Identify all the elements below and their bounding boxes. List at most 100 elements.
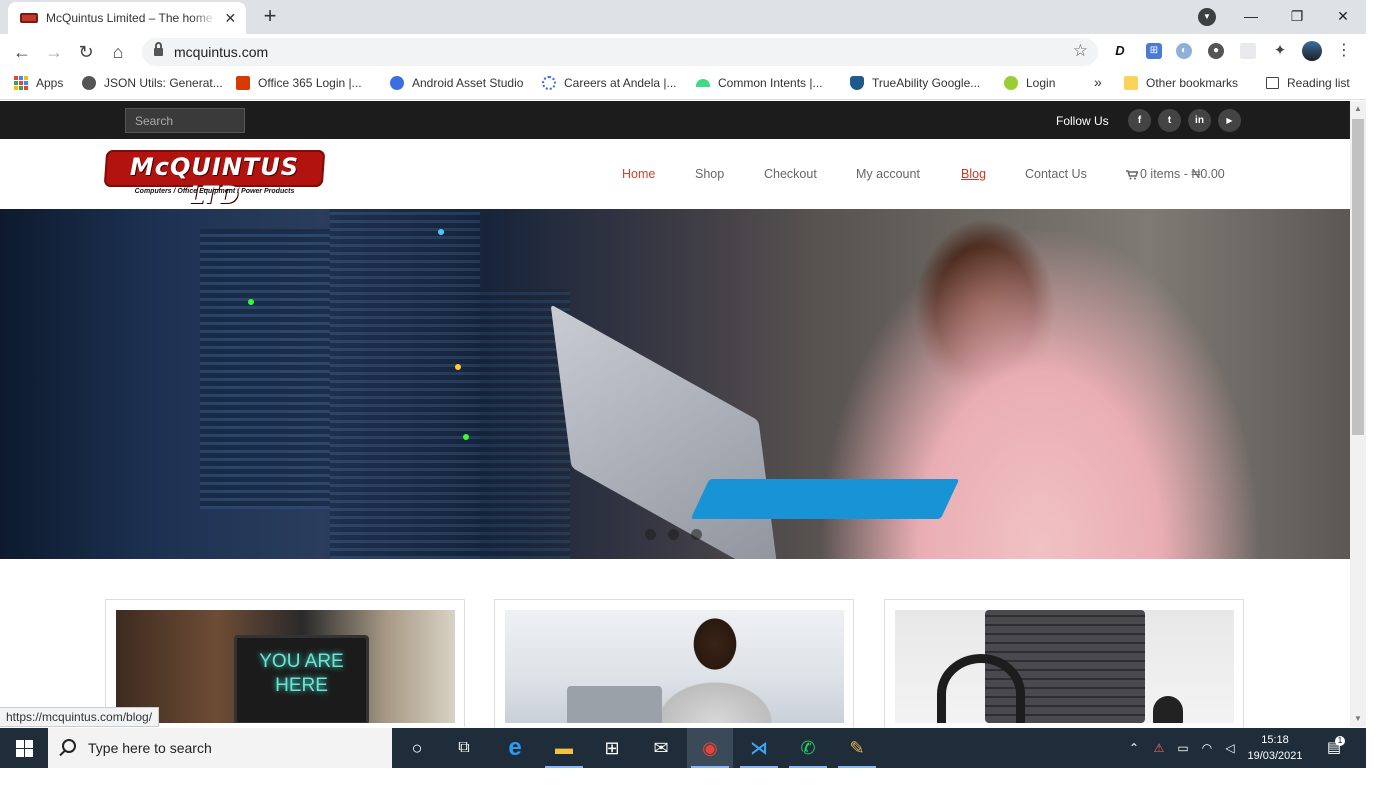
card-mouse — [1153, 696, 1183, 723]
nav-blog[interactable]: Blog — [961, 167, 986, 181]
home-icon[interactable]: ⌂ — [105, 39, 131, 65]
puzzle-extensions-icon[interactable]: ✦ — [1272, 43, 1288, 59]
extension-icon[interactable]: ⊞ — [1146, 43, 1162, 59]
page-scrollbar[interactable]: ▲ ▼ — [1350, 101, 1366, 727]
security-alert-icon[interactable]: ⚠ — [1150, 728, 1168, 768]
forward-arrow-icon[interactable]: → — [41, 39, 67, 65]
slider-dot-3[interactable] — [691, 529, 702, 540]
bookmark-common-intents[interactable]: Common Intents |... — [696, 76, 823, 90]
taskbar-search-text: Type here to search — [88, 740, 212, 756]
slider-dot-1[interactable] — [645, 529, 656, 540]
card-person — [655, 610, 775, 723]
reload-icon[interactable]: ↻ — [73, 39, 99, 65]
nav-my-account[interactable]: My account — [856, 167, 920, 181]
tab-close-icon[interactable]: ✕ — [223, 10, 238, 26]
bookmark-label: Common Intents |... — [718, 76, 823, 90]
wifi-icon[interactable]: ◠ — [1198, 728, 1216, 768]
site-search-input[interactable] — [125, 108, 245, 133]
folder-icon — [1124, 76, 1138, 90]
paint-icon[interactable]: ✎ — [834, 728, 880, 768]
bookmark-label: TrueAbility Google... — [872, 76, 981, 90]
card-laptop — [567, 686, 662, 723]
close-window-button[interactable]: ✕ — [1320, 3, 1366, 29]
nav-checkout[interactable]: Checkout — [764, 167, 817, 181]
bookmarks-overflow-button[interactable]: » — [1094, 74, 1102, 90]
file-explorer-icon[interactable]: ▬ — [541, 728, 587, 768]
taskbar-clock[interactable]: 15:18 19/03/2021 — [1244, 732, 1306, 764]
whatsapp-icon[interactable]: ✆ — [785, 728, 831, 768]
url-text[interactable]: mcquintus.com — [174, 44, 268, 60]
bookmark-label: Office 365 Login |... — [258, 76, 362, 90]
scroll-up-arrow-icon[interactable]: ▲ — [1350, 101, 1366, 117]
nav-cart[interactable]: 0 items - ₦0.00 — [1126, 167, 1225, 181]
extension-icon[interactable]: ◐ — [1176, 43, 1192, 59]
logo-tagline: Computers / Office Equipment / Power Pro… — [134, 188, 295, 195]
store-icon[interactable]: ⊞ — [589, 728, 635, 768]
start-button[interactable] — [0, 728, 48, 768]
address-bar[interactable]: mcquintus.com ☆ — [142, 38, 1098, 66]
hero-slider[interactable] — [0, 209, 1350, 559]
show-hidden-icons-chevron-icon[interactable]: ⌃ — [1126, 728, 1142, 768]
bookmark-android-asset-studio[interactable]: Android Asset Studio — [390, 76, 523, 90]
reading-list-icon — [1266, 77, 1279, 89]
logo-text: McQUINTUS LTD — [129, 153, 300, 209]
youtube-icon[interactable]: ▶ — [1218, 109, 1241, 132]
bookmark-json-utils[interactable]: JSON Utils: Generat... — [82, 76, 223, 90]
vscode-icon[interactable]: ⋊ — [736, 728, 782, 768]
blog-card-image[interactable]: YOU ARE HERE — [116, 610, 455, 723]
task-view-icon[interactable]: ⧉ — [441, 728, 487, 768]
facebook-icon[interactable]: f — [1128, 109, 1151, 132]
neon-sign: YOU ARE HERE — [234, 635, 369, 723]
hero-led — [455, 364, 461, 370]
scroll-down-arrow-icon[interactable]: ▼ — [1350, 711, 1366, 727]
bookmark-apps[interactable]: Apps — [14, 76, 63, 90]
hero-rack — [330, 209, 480, 559]
blog-card[interactable] — [884, 599, 1244, 727]
browser-tabstrip: McQuintus Limited – The home of ✕ + ▼ — … — [0, 0, 1366, 34]
blog-card-image[interactable] — [505, 610, 844, 723]
blog-card[interactable] — [494, 599, 854, 727]
restore-button[interactable]: ❐ — [1274, 3, 1320, 29]
nav-home[interactable]: Home — [622, 167, 655, 181]
nav-contact-us[interactable]: Contact Us — [1025, 167, 1087, 181]
hero-led — [438, 229, 444, 235]
edge-icon[interactable]: e — [492, 728, 538, 768]
cortana-icon[interactable]: ○ — [394, 728, 440, 768]
lock-icon[interactable] — [154, 42, 163, 57]
volume-icon[interactable]: ◁ — [1221, 728, 1239, 768]
site-logo[interactable]: McQUINTUS LTD Computers / Office Equipme… — [103, 150, 326, 209]
bookmark-star-icon[interactable]: ☆ — [1073, 41, 1088, 61]
nav-shop[interactable]: Shop — [695, 167, 724, 181]
back-arrow-icon[interactable]: ← — [9, 39, 35, 65]
clock-time: 15:18 — [1261, 734, 1289, 746]
neon-sign-text: YOU ARE HERE — [259, 651, 344, 696]
bookmark-andela-careers[interactable]: Careers at Andela |... — [542, 76, 677, 90]
tab-search-icon[interactable]: ▼ — [1198, 8, 1216, 26]
new-tab-button[interactable]: + — [258, 5, 282, 29]
browser-tab[interactable]: McQuintus Limited – The home of ✕ — [8, 2, 246, 34]
mail-icon[interactable]: ✉ — [638, 728, 684, 768]
extension-icon[interactable]: ● — [1208, 43, 1224, 59]
bookmark-office-365[interactable]: Office 365 Login |... — [236, 76, 362, 90]
menu-kebab-icon[interactable]: ⋮ — [1336, 43, 1352, 59]
profile-avatar[interactable] — [1302, 41, 1322, 61]
minimize-button[interactable]: — — [1228, 3, 1274, 29]
taskbar-search-box[interactable]: Type here to search — [48, 728, 392, 768]
linkedin-icon[interactable]: in — [1188, 109, 1211, 132]
page-viewport: Follow Us f t in ▶ McQUINTUS LTD Compute… — [0, 101, 1350, 727]
notification-center-icon[interactable]: ▤ 1 — [1322, 728, 1346, 768]
slider-dot-2[interactable] — [668, 529, 679, 540]
bookmark-trueability[interactable]: TrueAbility Google... — [850, 76, 980, 90]
other-bookmarks-folder[interactable]: Other bookmarks — [1124, 76, 1238, 90]
tab-title: McQuintus Limited – The home of — [46, 11, 217, 25]
extension-icon[interactable] — [1240, 43, 1256, 59]
battery-icon[interactable]: ▭ — [1174, 728, 1192, 768]
twitter-icon[interactable]: t — [1158, 109, 1181, 132]
chrome-icon[interactable]: ◉ — [687, 728, 733, 768]
dictionary-extension-icon[interactable]: D — [1112, 43, 1128, 59]
bookmark-login[interactable]: Login — [1004, 76, 1055, 90]
reading-list-button[interactable]: Reading list — [1266, 76, 1350, 90]
scroll-thumb[interactable] — [1352, 119, 1364, 435]
blog-card-image[interactable] — [895, 610, 1234, 723]
login-icon — [1004, 76, 1018, 90]
